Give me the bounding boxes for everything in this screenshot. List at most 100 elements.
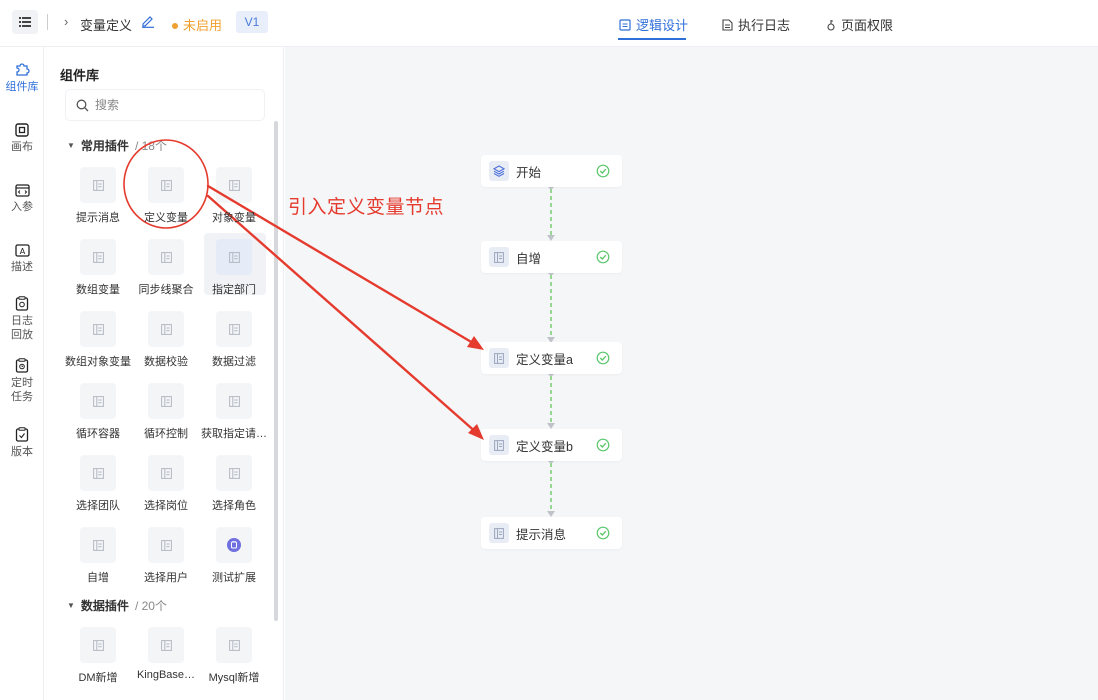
component-label: 选择角色 xyxy=(212,500,256,512)
component-icon xyxy=(148,311,184,347)
component-icon xyxy=(148,167,184,203)
left-nav: 组件库 画布 入参 A 描述 日志 回放 定时 任务 版本 xyxy=(0,47,44,700)
node-label: 提示消息 xyxy=(516,527,567,542)
section-data-plugins[interactable]: ▼ 数据插件 / 20个 xyxy=(67,597,167,614)
flow-node-prompt-message[interactable]: 提示消息 xyxy=(481,517,622,549)
version-icon xyxy=(15,427,29,442)
version-badge[interactable]: V1 xyxy=(236,11,268,33)
component-label: 获取指定请… xyxy=(201,428,267,440)
chevron-right-icon: › xyxy=(64,14,69,29)
component-item[interactable]: 定义变量 xyxy=(130,167,202,225)
log-replay-icon xyxy=(15,296,29,311)
component-item[interactable]: 数组对象变量 xyxy=(62,311,134,369)
search-icon xyxy=(76,99,89,111)
component-icon xyxy=(216,383,252,419)
component-item[interactable]: 选择角色 xyxy=(198,455,270,513)
nav-item-input-params[interactable]: 入参 xyxy=(0,184,44,214)
nav-item-canvas[interactable]: 画布 xyxy=(0,123,44,154)
puzzle-icon xyxy=(16,63,30,76)
component-label: 数据过滤 xyxy=(212,356,256,368)
svg-text:A: A xyxy=(19,247,25,256)
component-label: 提示消息 xyxy=(76,212,120,224)
flow-node-define-variable-b[interactable]: 定义变量b xyxy=(481,429,622,461)
component-label: 循环容器 xyxy=(76,428,120,440)
component-icon xyxy=(216,311,252,347)
success-check-icon xyxy=(596,164,610,181)
nav-label: 定时 任务 xyxy=(11,377,33,403)
canvas-icon xyxy=(15,123,29,137)
component-item[interactable]: 测试扩展 xyxy=(198,527,270,585)
layers-icon xyxy=(489,161,509,181)
section-count: / 18个 xyxy=(134,139,167,153)
component-item[interactable]: 自增 xyxy=(62,527,134,585)
tab-label: 执行日志 xyxy=(738,18,791,33)
success-check-icon xyxy=(596,250,610,267)
permission-icon xyxy=(827,19,835,31)
active-tab-indicator xyxy=(618,38,686,40)
nav-item-scheduled-task[interactable]: 定时 任务 xyxy=(0,358,44,404)
component-item[interactable]: 循环容器 xyxy=(62,383,134,441)
component-item[interactable]: DM新增 xyxy=(62,627,134,685)
section-count: / 20个 xyxy=(134,599,167,613)
component-label: 选择岗位 xyxy=(144,500,188,512)
component-icon xyxy=(216,167,252,203)
component-item[interactable]: 同步线聚合 xyxy=(130,239,202,297)
component-item[interactable]: 选择用户 xyxy=(130,527,202,585)
panel-scrollbar[interactable] xyxy=(274,121,278,621)
component-item[interactable]: 数据校验 xyxy=(130,311,202,369)
tab-label: 逻辑设计 xyxy=(636,18,689,33)
annotation-text: 引入定义变量节点 xyxy=(288,197,445,218)
component-item[interactable]: 数组变量 xyxy=(62,239,134,297)
component-item[interactable]: 数据过滤 xyxy=(198,311,270,369)
tab-execution-log[interactable]: 执行日志 xyxy=(722,15,790,34)
status-label: 未启用 xyxy=(183,18,223,33)
component-label: 数据校验 xyxy=(144,356,188,368)
nav-item-version[interactable]: 版本 xyxy=(0,427,44,459)
flow-node-define-variable-a[interactable]: 定义变量a xyxy=(481,342,622,374)
component-icon xyxy=(148,627,184,663)
component-item[interactable]: 指定部门 xyxy=(198,233,270,297)
search-input[interactable] xyxy=(95,98,245,112)
flow-canvas[interactable]: 开始 自增 定义变量a 定义变量b 提示消息 xyxy=(285,47,1098,700)
component-label: 循环控制 xyxy=(144,428,188,440)
success-check-icon xyxy=(596,526,610,543)
section-common-plugins[interactable]: ▼ 常用插件 / 18个 xyxy=(67,137,167,154)
component-icon xyxy=(148,455,184,491)
component-icon xyxy=(80,527,116,563)
component-icon xyxy=(489,523,509,543)
component-item[interactable]: 提示消息 xyxy=(62,167,134,225)
component-item[interactable]: Mysql新增 xyxy=(198,627,270,685)
flow-node-increment[interactable]: 自增 xyxy=(481,241,622,273)
component-icon xyxy=(216,627,252,663)
component-item[interactable]: 选择岗位 xyxy=(130,455,202,513)
nav-item-description[interactable]: A 描述 xyxy=(0,244,44,274)
design-icon xyxy=(619,18,631,31)
component-item[interactable]: KingBase… xyxy=(130,627,202,681)
divider xyxy=(47,14,48,30)
nav-label: 日志 回放 xyxy=(11,315,33,341)
component-label: 同步线聚合 xyxy=(138,284,194,296)
component-item[interactable]: 循环控制 xyxy=(130,383,202,441)
search-box xyxy=(66,90,264,120)
node-label: 定义变量b xyxy=(516,439,573,454)
menu-toggle-button[interactable] xyxy=(12,10,38,34)
tab-page-permission[interactable]: 页面权限 xyxy=(826,15,893,34)
node-label: 自增 xyxy=(516,251,542,266)
node-label: 定义变量a xyxy=(516,352,573,367)
success-check-icon xyxy=(596,351,610,368)
list-icon xyxy=(19,17,31,27)
component-item[interactable]: 获取指定请… xyxy=(198,383,270,441)
flow-node-start[interactable]: 开始 xyxy=(481,155,622,187)
component-label: 对象变量 xyxy=(212,212,256,224)
component-icon xyxy=(489,247,509,267)
nav-item-log-replay[interactable]: 日志 回放 xyxy=(0,296,44,342)
tab-logic-design[interactable]: 逻辑设计 xyxy=(619,15,688,34)
success-check-icon xyxy=(596,438,610,455)
component-item[interactable]: 选择团队 xyxy=(62,455,134,513)
component-icon xyxy=(80,455,116,491)
component-label: 选择用户 xyxy=(144,572,188,584)
component-item[interactable]: 对象变量 xyxy=(198,167,270,225)
nav-item-components[interactable]: 组件库 xyxy=(0,61,44,94)
edit-icon[interactable] xyxy=(141,14,155,31)
component-label: 选择团队 xyxy=(76,500,120,512)
